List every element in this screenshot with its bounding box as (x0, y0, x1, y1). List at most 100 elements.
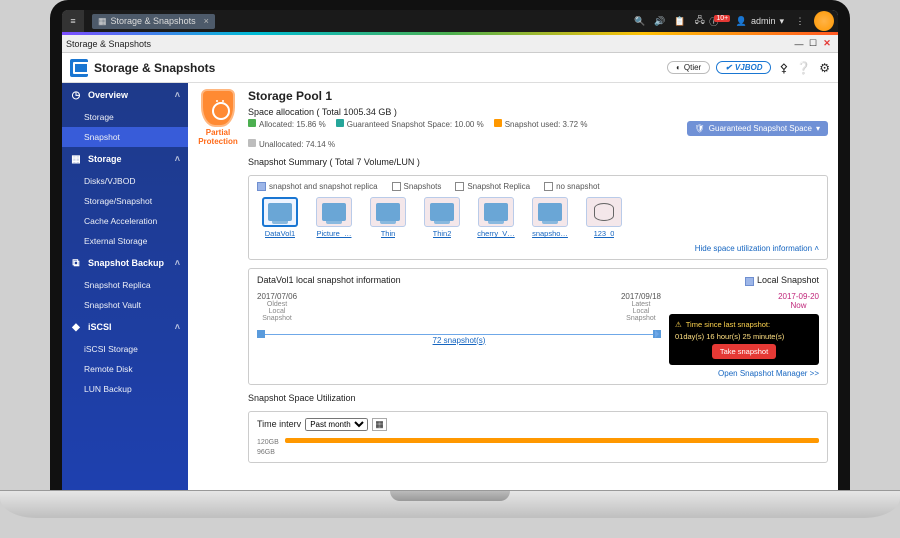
app-tab-label: Storage & Snapshots (111, 16, 196, 26)
tier-icon: ◐ (676, 63, 681, 72)
summary-title: Snapshot Summary ( Total 7 Volume/LUN ) (248, 157, 828, 167)
disk-icon (376, 203, 400, 221)
hide-utilization-link[interactable]: Hide space utilization information ˄ (257, 244, 819, 253)
now-indicator: 2017-09-20 Now (778, 292, 819, 310)
interval-select[interactable]: Past month (305, 418, 368, 431)
devices-icon[interactable]: 🖧 (690, 13, 710, 29)
app-title: Storage & Snapshots (94, 61, 215, 75)
snapshot-timeline: 2017/07/06 Oldest Local Snapshot 2017/09… (257, 292, 661, 347)
latest-date: 2017/09/18 (621, 292, 661, 301)
sidebar-section-overview[interactable]: ◷Overview˄ (62, 83, 188, 107)
dashboard-icon[interactable] (814, 11, 834, 31)
shield-icon (201, 89, 235, 127)
chevron-down-icon: ▾ (816, 124, 820, 133)
local-snapshot-toggle[interactable]: Local Snapshot (745, 275, 819, 285)
close-tab-icon[interactable]: × (204, 16, 209, 26)
sidebar-item-lun-backup[interactable]: LUN Backup (62, 379, 188, 399)
oldest-label: Oldest Local Snapshot (257, 301, 297, 322)
app-header: Storage & Snapshots ◐Qtier ✔VJBOD ⚴ ❔ ⚙ (62, 53, 838, 83)
backup-icon: ⧉ (70, 257, 82, 269)
y-axis-ticks: 120GB 96GB (257, 439, 279, 456)
wizard-icon[interactable]: ⚴ (779, 61, 788, 75)
snapshot-alert: ⚠Time since last snapshot: 01day(s) 16 h… (669, 314, 819, 365)
oldest-date: 2017/07/06 (257, 292, 297, 301)
interval-label: Time interv (257, 419, 301, 429)
user-icon: 👤 (736, 16, 747, 27)
sidebar-item-storage-snapshot[interactable]: Storage/Snapshot (62, 191, 188, 211)
app-logo-icon (70, 59, 88, 77)
volume-list: DataVol1 Picture_… Thin Thin2 cherry_V… … (257, 197, 819, 238)
vjbod-pill[interactable]: ✔VJBOD (716, 61, 771, 74)
volume-icon[interactable]: 🔊 (650, 16, 670, 27)
qtier-pill[interactable]: ◐Qtier (667, 61, 710, 74)
snapshot-info-panel: DataVol1 local snapshot information Loca… (248, 268, 828, 384)
sidebar-item-storage[interactable]: Storage (62, 107, 188, 127)
chevron-up-icon: ˄ (814, 244, 819, 253)
disk-icon (430, 203, 454, 221)
disk-icon (322, 203, 346, 221)
volume-snapsho[interactable]: snapsho… (527, 197, 573, 238)
alert-elapsed: 01day(s) 16 hour(s) 25 minute(s) (675, 332, 813, 341)
clock-icon: ◷ (70, 89, 82, 101)
close-button[interactable]: ✕ (820, 38, 834, 49)
lock-icon: 🛡 (695, 124, 705, 133)
snapshot-count-link[interactable]: 72 snapshot(s) (433, 336, 486, 345)
sidebar-section-iscsi[interactable]: ◆iSCSI˄ (62, 315, 188, 339)
user-menu[interactable]: 👤 admin ▾ (736, 16, 784, 27)
protection-status: Partial Protection (198, 89, 238, 147)
sidebar-item-vault[interactable]: Snapshot Vault (62, 295, 188, 315)
sidebar-item-snapshot[interactable]: Snapshot (62, 127, 188, 147)
chevron-up-icon: ˄ (175, 154, 180, 164)
chevron-up-icon: ˄ (175, 90, 180, 100)
volume-cherry[interactable]: cherry_V… (473, 197, 519, 238)
sidebar-item-iscsi-storage[interactable]: iSCSI Storage (62, 339, 188, 359)
notification-badge: 10+ (714, 15, 730, 22)
os-topbar: ≡ ▦ Storage & Snapshots × 🔍 🔊 📋 🖧 ⓘ10+ 👤… (62, 10, 838, 32)
snapshot-summary-panel: snapshot and snapshot replica Snapshots … (248, 175, 828, 260)
latest-label: Latest Local Snapshot (621, 301, 661, 322)
take-snapshot-button[interactable]: Take snapshot (712, 344, 776, 359)
sidebar-item-cache[interactable]: Cache Acceleration (62, 211, 188, 231)
disk-icon (538, 203, 562, 221)
calendar-icon[interactable]: ▦ (372, 418, 387, 431)
settings-icon[interactable]: ⚙ (819, 61, 830, 75)
volume-picture[interactable]: Picture_… (311, 197, 357, 238)
protection-label: Partial Protection (198, 129, 238, 147)
volume-thin[interactable]: Thin (365, 197, 411, 238)
chevron-up-icon: ˄ (175, 322, 180, 332)
volume-datavol1[interactable]: DataVol1 (257, 197, 303, 238)
maximize-button[interactable]: ☐ (806, 38, 820, 49)
disk-icon (484, 203, 508, 221)
chevron-down-icon: ▾ (779, 16, 784, 27)
warning-icon: ⚠ (675, 320, 682, 329)
guaranteed-space-button[interactable]: 🛡 Guaranteed Snapshot Space ▾ (687, 121, 828, 136)
app-tab[interactable]: ▦ Storage & Snapshots × (92, 14, 215, 29)
hamburger-menu[interactable]: ≡ (62, 10, 84, 32)
help-icon[interactable]: ❔ (796, 61, 811, 75)
window-title: Storage & Snapshots (66, 39, 151, 49)
more-icon[interactable]: ⋮ (790, 16, 810, 27)
sidebar-item-disks-vjbod[interactable]: Disks/VJBOD (62, 171, 188, 191)
search-icon[interactable]: 🔍 (630, 16, 650, 27)
allocation-legend: Allocated: 15.86 % Guaranteed Snapshot S… (248, 119, 675, 149)
tasks-icon[interactable]: 📋 (670, 16, 690, 27)
open-snapshot-manager-link[interactable]: Open Snapshot Manager >> (718, 369, 819, 378)
utilization-title: Snapshot Space Utilization (248, 393, 828, 403)
volume-thin2[interactable]: Thin2 (419, 197, 465, 238)
lun-icon (594, 203, 614, 221)
volume-123[interactable]: 123_0 (581, 197, 627, 238)
storage-icon: ▦ (98, 16, 107, 27)
notifications-icon[interactable]: ⓘ10+ (710, 15, 730, 28)
pool-title: Storage Pool 1 (248, 89, 828, 103)
user-name: admin (751, 16, 776, 26)
chevron-up-icon: ˄ (175, 258, 180, 268)
allocation-title: Space allocation ( Total 1005.34 GB ) (248, 107, 675, 117)
sidebar-item-remote-disk[interactable]: Remote Disk (62, 359, 188, 379)
vjbod-icon: ✔ (725, 63, 732, 72)
sidebar-section-storage[interactable]: ▦Storage˄ (62, 147, 188, 171)
sidebar-item-external[interactable]: External Storage (62, 231, 188, 251)
minimize-button[interactable]: — (792, 39, 806, 49)
utilization-panel: Time interv Past month ▦ 120GB 96GB (248, 411, 828, 463)
sidebar-item-replica[interactable]: Snapshot Replica (62, 275, 188, 295)
sidebar-section-snapshot-backup[interactable]: ⧉Snapshot Backup˄ (62, 251, 188, 275)
